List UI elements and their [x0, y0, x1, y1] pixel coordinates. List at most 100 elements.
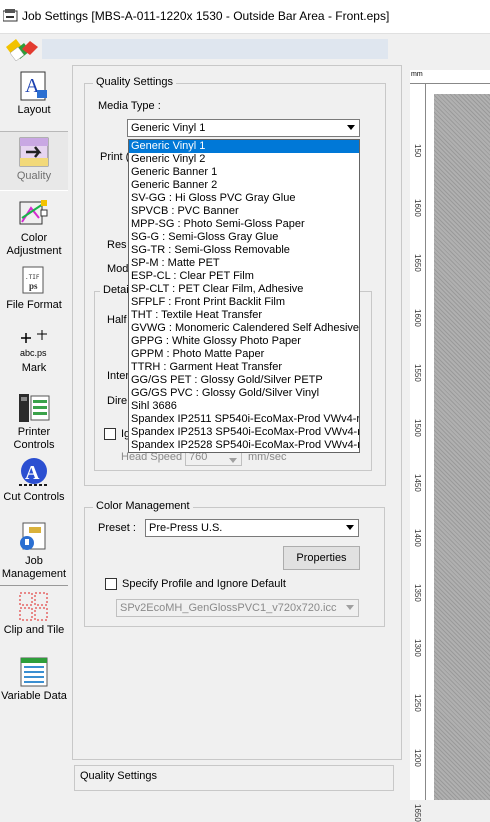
- ruler-tick-label: 1300: [413, 639, 422, 657]
- ruler-tick-label: 1200: [413, 749, 422, 767]
- media-type-option[interactable]: SPVCB : PVC Banner: [129, 205, 359, 218]
- chevron-down-icon: [347, 125, 355, 130]
- ruler-tick-label: 1600: [413, 199, 422, 217]
- media-type-option[interactable]: GPPM : Photo Matte Paper: [129, 348, 359, 361]
- media-type-dropdown-list[interactable]: Generic Vinyl 1 Generic Vinyl 2 Generic Ba…: [128, 139, 360, 453]
- sidebar-item-color-adjustment[interactable]: Color Adjustment: [0, 194, 68, 257]
- media-type-option[interactable]: Spandex IP2528 SP540i-EcoMax-Prod VWv4-r…: [129, 439, 359, 452]
- printer-controls-icon: [19, 394, 50, 422]
- sidebar-item-label: Printer Controls: [13, 426, 55, 451]
- media-type-option[interactable]: Sihl 3686: [129, 400, 359, 413]
- sidebar-item-label: Color Adjustment: [6, 232, 62, 257]
- sidebar-item-layout[interactable]: A Layout: [0, 66, 68, 128]
- cut-controls-icon: A: [19, 458, 49, 486]
- color-adjustment-icon: [19, 200, 48, 225]
- sidebar-item-mark[interactable]: abc.ps Mark: [0, 324, 68, 384]
- sidebar-item-job-management[interactable]: Job Management: [0, 517, 68, 583]
- mark-icon: abc.ps: [20, 330, 47, 358]
- ignore-checkbox[interactable]: [104, 428, 116, 440]
- banner-strip: [42, 39, 388, 59]
- media-type-select[interactable]: Generic Vinyl 1: [127, 119, 360, 137]
- svg-text:ps: ps: [29, 281, 38, 291]
- svg-text:.TIF: .TIF: [25, 274, 40, 281]
- media-type-option[interactable]: SP-M : Matte PET: [129, 257, 359, 270]
- sidebar-item-file-format[interactable]: .TIF ps File Format: [0, 261, 68, 319]
- sidebar-item-label: Mark: [21, 362, 47, 374]
- media-type-option[interactable]: GPPG : White Glossy Photo Paper: [129, 335, 359, 348]
- media-type-option[interactable]: SG-G : Semi-Gloss Gray Glue: [129, 231, 359, 244]
- specify-profile-checkbox[interactable]: [105, 578, 117, 590]
- header-banner: [0, 35, 490, 63]
- window-title: Job Settings [MBS-A-011-1220x 1530 - Out…: [22, 9, 390, 23]
- media-type-option[interactable]: GG/GS PVC : Glossy Gold/Silver Vinyl: [129, 387, 359, 400]
- mode-label: Mod: [107, 263, 129, 275]
- preset-value: Pre-Press U.S.: [149, 522, 223, 534]
- media-type-option[interactable]: SP-CLT : PET Clear Film, Adhesive: [129, 283, 359, 296]
- file-format-icon: .TIF ps: [22, 266, 44, 294]
- preset-label: Preset :: [98, 522, 136, 534]
- app-icon: [3, 9, 18, 22]
- ruler-tick-label: 1650: [413, 254, 422, 272]
- ruler-tick-label: 1250: [413, 694, 422, 712]
- media-type-label: Media Type :: [98, 100, 161, 112]
- ruler-tick-label: 1400: [413, 529, 422, 547]
- status-text: Quality Settings: [80, 770, 158, 782]
- sidebar-item-clip-and-tile[interactable]: Clip and Tile: [0, 585, 68, 647]
- chevron-down-icon: [346, 525, 354, 530]
- media-type-option[interactable]: ESP-CL : Clear PET Film: [129, 270, 359, 283]
- status-bar: Quality Settings: [74, 765, 394, 791]
- sidebar-item-cut-controls[interactable]: A Cut Controls: [0, 453, 68, 515]
- media-type-option[interactable]: Spandex IP2511 SP540i-EcoMax-Prod VWv4-r…: [129, 413, 359, 426]
- title-bar: Job Settings [MBS-A-011-1220x 1530 - Out…: [0, 0, 490, 34]
- sidebar-item-printer-controls[interactable]: Printer Controls: [0, 388, 68, 451]
- ruler-tick-label: 1350: [413, 584, 422, 602]
- media-type-option[interactable]: Generic Vinyl 2: [129, 153, 359, 166]
- ruler-tick-label: 1550: [413, 364, 422, 382]
- media-type-option[interactable]: GVWG : Monomeric Calendered Self Adhesiv…: [129, 322, 359, 335]
- media-type-option[interactable]: Generic Banner 2: [129, 179, 359, 192]
- job-management-icon: [20, 522, 46, 550]
- media-type-option[interactable]: Generic Vinyl 1: [129, 140, 359, 153]
- svg-text:A: A: [25, 462, 40, 484]
- svg-text:abc.ps: abc.ps: [20, 348, 47, 358]
- media-type-option[interactable]: GG/GS PET : Glossy Gold/Silver PETP: [129, 374, 359, 387]
- color-management-title: Color Management: [93, 500, 193, 512]
- halftone-label: Half: [107, 314, 127, 326]
- chevron-down-icon: [346, 605, 354, 610]
- sidebar-item-label: Layout: [17, 104, 51, 116]
- media-type-option[interactable]: MPP-SG : Photo Semi-Gloss Paper: [129, 218, 359, 231]
- media-type-option[interactable]: SV-GG : Hi Gloss PVC Gray Glue: [129, 192, 359, 205]
- preview-pane[interactable]: mm 150 1600 1650 1600 1550 1500 1450 1400 1350 13…: [408, 68, 490, 822]
- details-title: Detai: [100, 284, 132, 296]
- media-type-option[interactable]: THT : Textile Heat Transfer: [129, 309, 359, 322]
- sidebar-item-label: File Format: [6, 299, 62, 311]
- quality-settings-title: Quality Settings: [93, 76, 177, 88]
- direction-label: Dire: [107, 395, 128, 407]
- sidebar-item-label: Job Management: [1, 555, 67, 580]
- layout-icon: A: [20, 71, 47, 101]
- interlace-label: Inter: [107, 370, 130, 382]
- properties-button[interactable]: Properties: [283, 546, 360, 570]
- preset-select[interactable]: Pre-Press U.S.: [145, 519, 359, 537]
- media-type-option[interactable]: TTRH : Garment Heat Transfer: [129, 361, 359, 374]
- sidebar-item-label: Clip and Tile: [3, 624, 65, 636]
- media-type-option[interactable]: Generic Banner 1: [129, 166, 359, 179]
- sidebar-item-quality[interactable]: Quality: [0, 131, 68, 191]
- media-canvas: [426, 84, 434, 800]
- specify-profile-label: Specify Profile and Ignore Default: [122, 578, 286, 590]
- media-type-value: Generic Vinyl 1: [131, 122, 206, 134]
- media-type-option[interactable]: Spandex IP2513 SP540i-EcoMax-Prod VWv4-r…: [129, 426, 359, 439]
- media-top-margin: [426, 84, 490, 94]
- media-type-option[interactable]: SG-TR : Semi-Gloss Removable: [129, 244, 359, 257]
- sidebar-item-label: Quality: [16, 170, 52, 182]
- chevron-down-icon: [229, 458, 237, 463]
- clip-and-tile-icon: [19, 592, 48, 621]
- horizontal-ruler: mm: [410, 70, 490, 84]
- sidebar-item-label: Cut Controls: [3, 491, 65, 503]
- sidebar-item-variable-data[interactable]: Variable Data: [0, 652, 68, 716]
- profile-select[interactable]: SPv2EcoMH_GenGlossPVC1_v720x720.icc: [116, 599, 359, 617]
- resolution-label: Res: [107, 239, 127, 251]
- sidebar-item-label: Variable Data: [1, 690, 67, 702]
- ruler-tick-label: 1500: [413, 419, 422, 437]
- media-type-option[interactable]: SFPLF : Front Print Backlit Film: [129, 296, 359, 309]
